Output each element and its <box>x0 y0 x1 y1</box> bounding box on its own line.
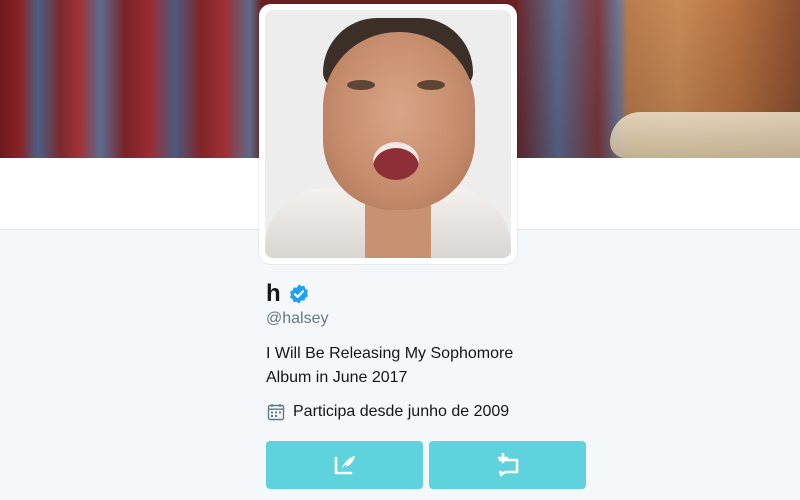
avatar-frame[interactable] <box>259 4 517 264</box>
joined-date: Participa desde junho de 2009 <box>267 403 509 421</box>
avatar-eye-left <box>347 80 375 90</box>
bio-line-1: I Will Be Releasing My Sophomore <box>266 345 514 362</box>
calendar-icon <box>267 404 285 421</box>
profile-handle[interactable]: @halsey <box>266 310 329 328</box>
direct-message-icon <box>497 452 518 477</box>
avatar-eye-right <box>417 80 445 90</box>
profile-name[interactable]: h <box>266 280 281 308</box>
message-button[interactable] <box>429 441 586 489</box>
tweet-to-button[interactable] <box>266 441 423 489</box>
joined-text: Participa desde junho de 2009 <box>293 403 510 420</box>
verified-badge-icon[interactable] <box>288 283 310 305</box>
profile-name-row: h <box>266 280 310 308</box>
banner-fabric <box>610 112 800 158</box>
avatar[interactable] <box>265 10 511 258</box>
profile-bio: I Will Be Releasing My Sophomore Album i… <box>266 342 566 390</box>
avatar-mouth <box>373 142 419 180</box>
bio-line-2: Album in June 2017 <box>266 369 408 386</box>
compose-tweet-icon <box>334 456 355 475</box>
avatar-face <box>323 32 475 210</box>
